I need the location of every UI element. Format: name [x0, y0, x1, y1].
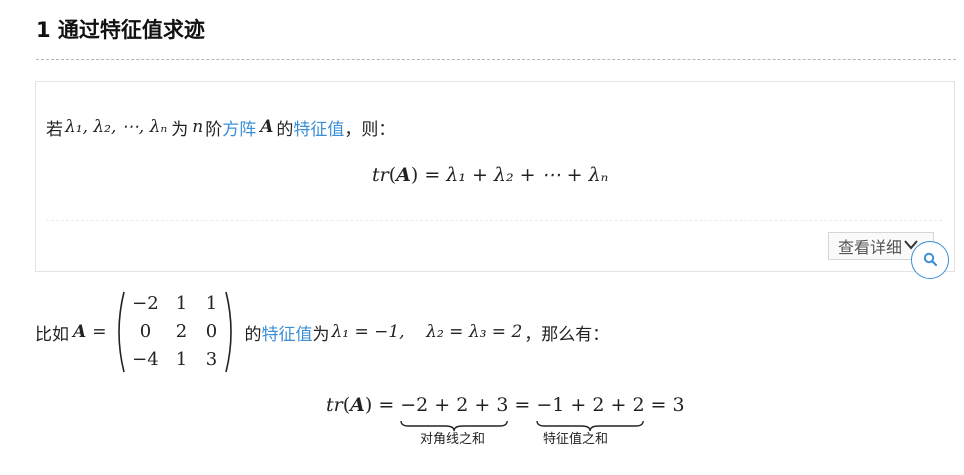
matrix-cell: 1: [175, 349, 188, 370]
matrix-symbol: A: [260, 117, 274, 137]
diagonal-sum-group: −2 + 2 + 3: [400, 394, 508, 416]
matrix-cell: 1: [205, 293, 218, 314]
example-equals: =: [92, 322, 107, 342]
theorem-suffix: ，则：: [344, 119, 396, 140]
theorem-word-wei: 为: [171, 119, 189, 140]
example-trace-matrix-symbol: A: [350, 394, 365, 416]
order-n: n: [192, 117, 204, 137]
matrix-body: −2 1 1 0 2 0 −4 1 3: [126, 293, 224, 371]
matrix-cell: 2: [175, 321, 188, 342]
eigen-sum: −1 + 2 + 2: [536, 394, 645, 416]
trace-matrix-symbol: A: [396, 164, 411, 186]
example-matrix-symbol: A: [73, 322, 87, 342]
example-word-wei: 为: [312, 324, 330, 345]
theorem-word-jie: 阶: [205, 119, 223, 140]
example-trace-operator: tr: [326, 394, 343, 416]
card-divider: [46, 220, 942, 221]
view-details-label: 查看详细: [838, 238, 903, 257]
example-word-de: 的: [244, 324, 262, 345]
example-eq2: =: [514, 394, 531, 416]
eigenvalue-link[interactable]: 特征值: [293, 115, 344, 140]
theorem-prefix: 若: [46, 119, 63, 140]
square-matrix-link[interactable]: 方阵: [222, 115, 256, 140]
eigenvalue-values: λ₁ = −1, λ₂ = λ₃ = 2: [331, 322, 523, 342]
theorem-statement: 若 λ₁, λ₂, ⋯, λₙ 为 n 阶 方阵 A 的 特征值 ，则：: [46, 112, 395, 142]
example-statement: 比如 A = −2 1 1 0 2 0 −4 1 3 的 特征值 为 λ₁ = −1, λ₂ =…: [35, 290, 609, 374]
paren-close: ): [410, 164, 419, 186]
trace-rhs: = λ₁ + λ₂ + ⋯ + λₙ: [424, 164, 609, 186]
eigen-sum-group: −1 + 2 + 2: [536, 394, 645, 416]
example-eq1: =: [378, 394, 395, 416]
eigen-sum-label: 特征值之和: [543, 432, 609, 447]
matrix-cell: 0: [139, 321, 152, 342]
example-suffix: ，那么有：: [524, 324, 610, 345]
matrix-cell: 0: [205, 321, 218, 342]
section-divider: [36, 59, 956, 60]
example-result: = 3: [650, 394, 685, 416]
example-trace-formula: tr ( A ) = −2 + 2 + 3 = −1 + 2 + 2 = 3: [326, 390, 685, 420]
example-paren-close: ): [364, 394, 373, 416]
eigenvalue-sequence: λ₁, λ₂, ⋯, λₙ: [65, 117, 168, 137]
theorem-word-de: 的: [276, 119, 294, 140]
search-button[interactable]: [911, 241, 949, 279]
matrix: −2 1 1 0 2 0 −4 1 3: [112, 290, 238, 374]
trace-formula: tr ( A ) = λ₁ + λ₂ + ⋯ + λₙ: [372, 160, 608, 190]
matrix-cell: −2: [132, 293, 159, 314]
section-title: 1 通过特征值求迹: [36, 18, 205, 42]
search-icon: [923, 251, 938, 270]
matrix-cell: 1: [175, 293, 188, 314]
matrix-cell: −4: [132, 349, 159, 370]
matrix-right-paren: [225, 291, 233, 373]
matrix-left-paren: [118, 291, 126, 373]
trace-operator: tr: [372, 164, 389, 186]
diagonal-sum-label: 对角线之和: [420, 432, 486, 447]
example-prefix: 比如: [35, 324, 69, 345]
matrix-cell: 3: [205, 349, 218, 370]
diagonal-sum: −2 + 2 + 3: [400, 394, 509, 416]
example-eigenvalue-link[interactable]: 特征值: [261, 320, 312, 345]
